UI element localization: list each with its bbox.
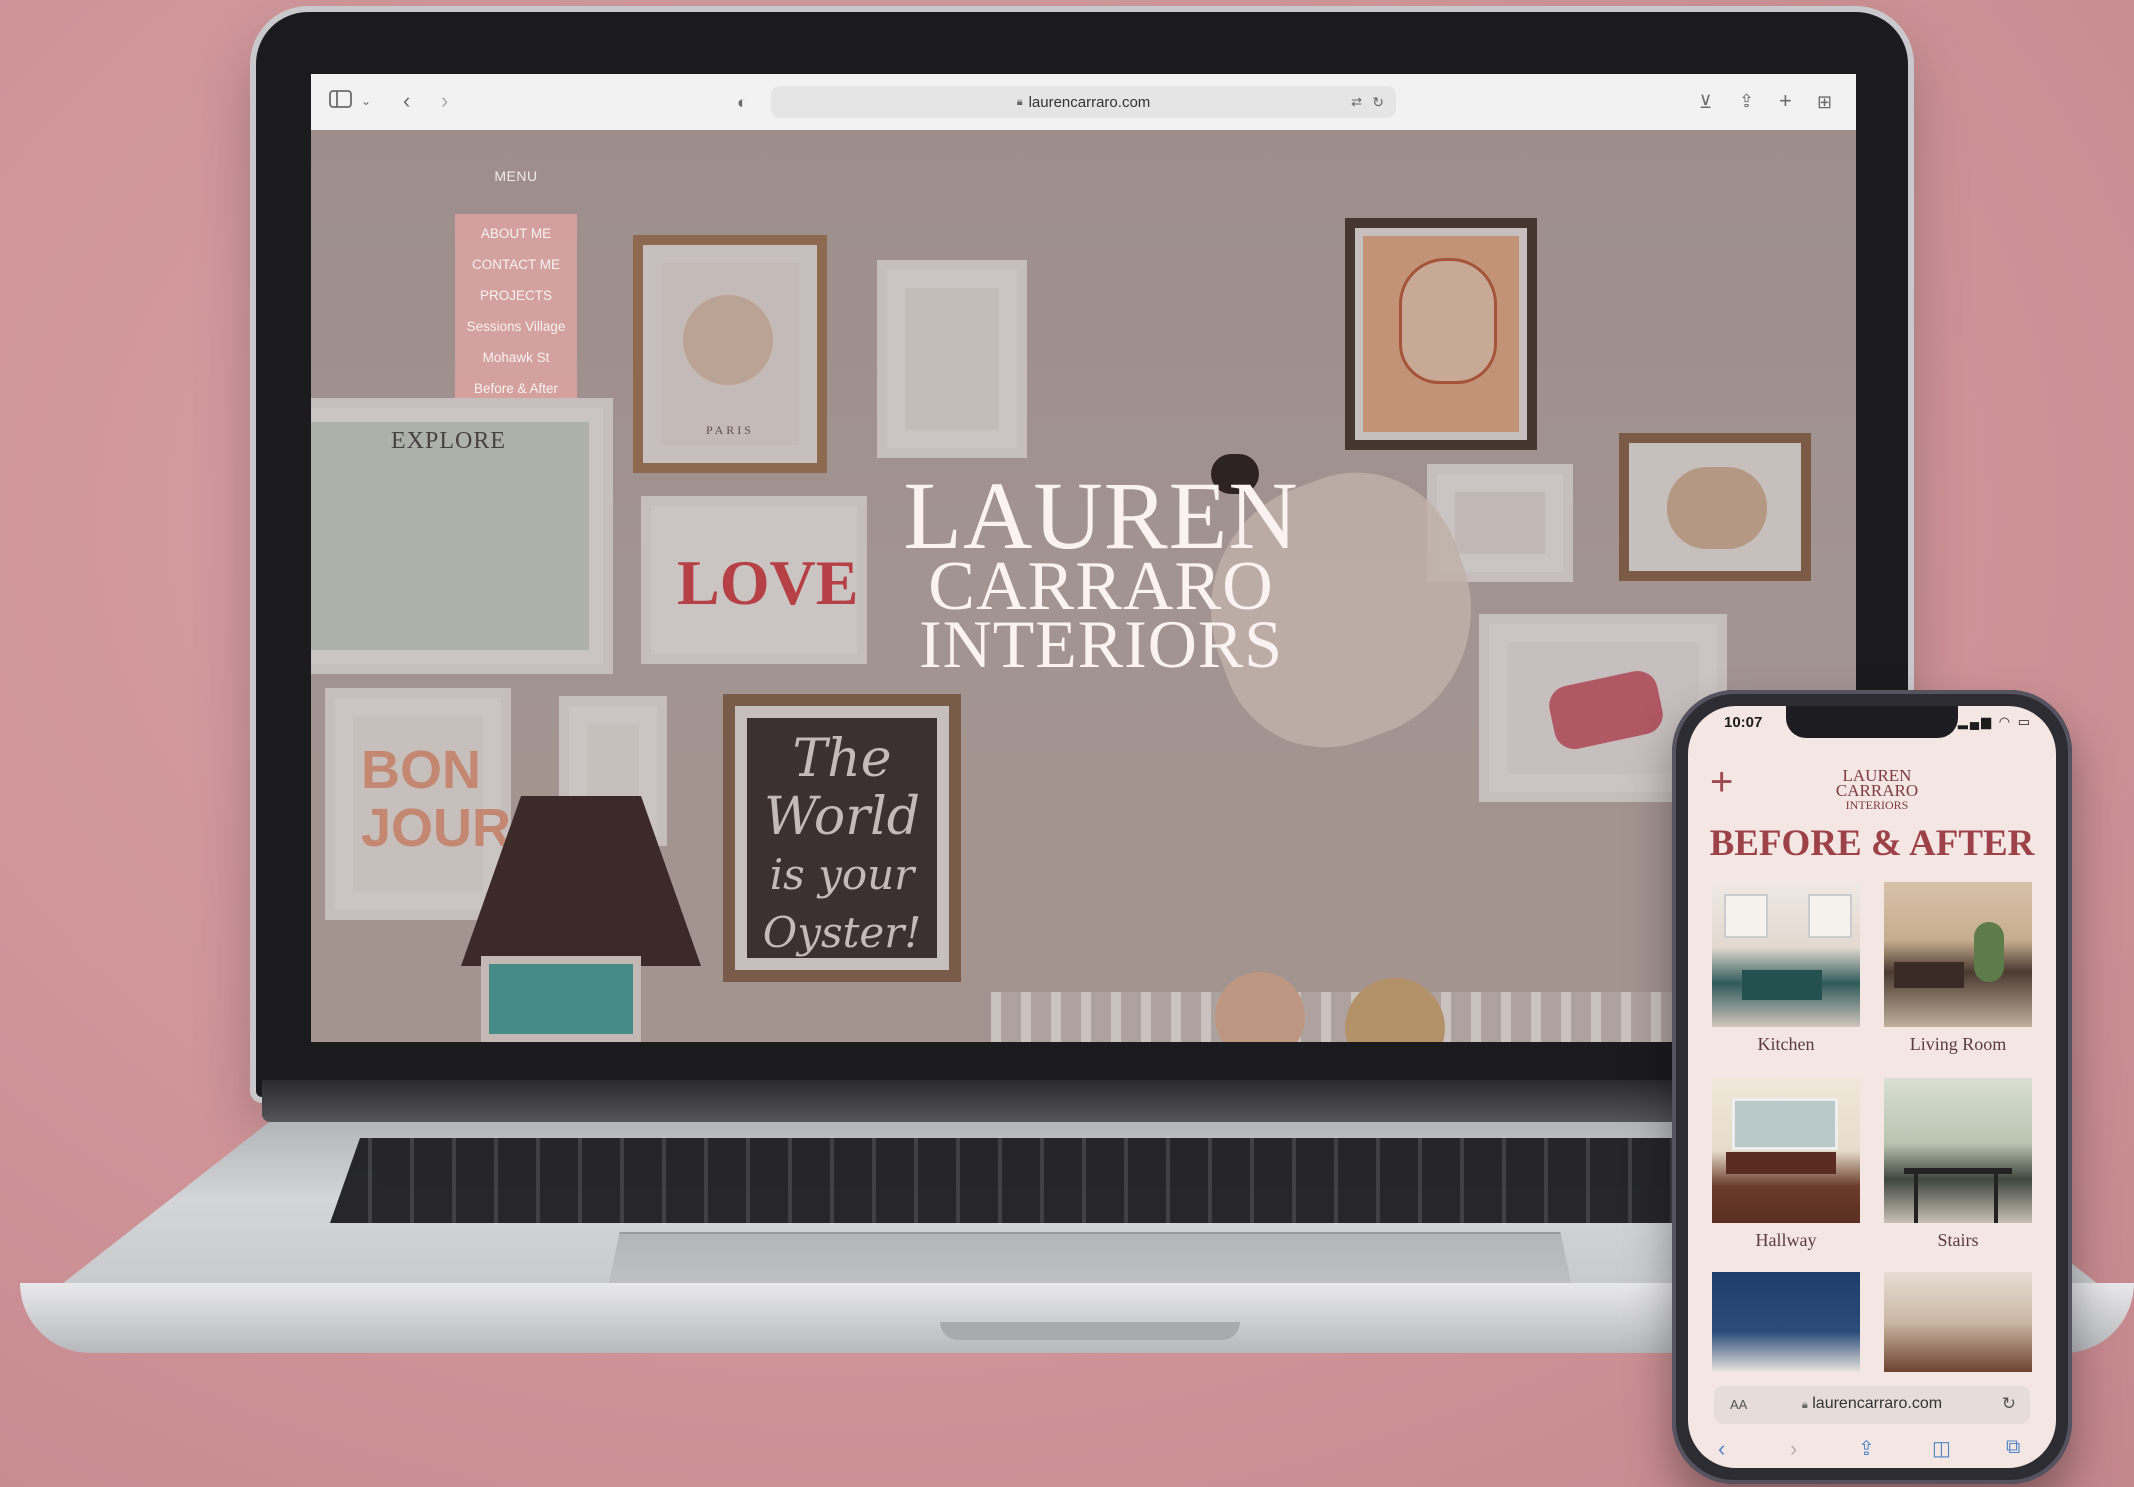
- phone-bookmarks-icon[interactable]: ◫: [1932, 1436, 1951, 1461]
- laptop-notch: [940, 1322, 1240, 1340]
- brand-logo[interactable]: LAUREN CARRARO INTERIORS: [901, 462, 1301, 683]
- phone-device: 10:07 ▂▄▆ ◠ ▭ + LAUREN CARRARO INTERIORS…: [1672, 690, 2072, 1484]
- chevron-down-icon[interactable]: ⌄: [361, 89, 371, 113]
- phone-logo-line-3: INTERIORS: [1845, 798, 1909, 812]
- status-icons: ▂▄▆ ◠ ▭: [1958, 714, 2032, 730]
- translate-icon[interactable]: ⇄: [1351, 94, 1362, 110]
- laptop-screen: ⌄ ‹ › ◐ 🔒︎ laurencarraro.com ⇄ ↻ ⊻ ⇪ + ⊞…: [311, 74, 1856, 1042]
- menu-toggle[interactable]: MENU: [471, 168, 561, 184]
- navy-room-thumbnail[interactable]: [1712, 1272, 1860, 1372]
- phone-forward-icon[interactable]: ›: [1790, 1436, 1797, 1462]
- phone-brand-logo[interactable]: LAUREN CARRARO INTERIORS: [1782, 767, 1972, 813]
- phone-url: 🔒︎ laurencarraro.com: [1714, 1395, 2030, 1413]
- phone-safari-toolbar: ‹ › ⇪ ◫ ⧉: [1688, 1432, 2056, 1468]
- share-icon[interactable]: ⇪: [1739, 89, 1754, 113]
- address-bar[interactable]: 🔒︎ laurencarraro.com ⇄ ↻: [771, 86, 1396, 118]
- phone-logo-line-2: CARRARO: [1835, 781, 1919, 800]
- phone-address-bar[interactable]: AA 🔒︎ laurencarraro.com ↻: [1714, 1386, 2030, 1424]
- hero-section: PARIS EXPLORE LOVE BON JOUR The World is…: [311, 130, 1856, 1042]
- lock-icon: 🔒︎: [1016, 95, 1023, 108]
- phone-menu-plus-icon[interactable]: +: [1710, 762, 1733, 802]
- battery-icon: ▭: [2017, 714, 2032, 729]
- phone-share-icon[interactable]: ⇪: [1858, 1436, 1875, 1461]
- wifi-icon: ◠: [1998, 714, 2013, 729]
- kitchen-thumbnail[interactable]: [1712, 882, 1860, 1027]
- laptop-keyboard: [330, 1138, 1830, 1223]
- browser-toolbar: ⌄ ‹ › ◐ 🔒︎ laurencarraro.com ⇄ ↻ ⊻ ⇪ + ⊞: [311, 74, 1856, 131]
- phone-back-icon[interactable]: ‹: [1718, 1436, 1725, 1462]
- phone-tabs-icon[interactable]: ⧉: [2006, 1436, 2020, 1459]
- status-time: 10:07: [1724, 714, 1763, 731]
- phone-screen: 10:07 ▂▄▆ ◠ ▭ + LAUREN CARRARO INTERIORS…: [1688, 706, 2056, 1468]
- room-caption-stairs[interactable]: Stairs: [1884, 1230, 2032, 1251]
- phone-url-text: laurencarraro.com: [1812, 1395, 1943, 1412]
- phone-lock-icon: 🔒︎: [1801, 1399, 1808, 1411]
- reload-icon[interactable]: ↻: [1372, 94, 1384, 111]
- new-tab-icon[interactable]: +: [1779, 89, 1792, 113]
- shield-icon[interactable]: ◐: [737, 91, 747, 115]
- brand-line-1: LAUREN: [903, 462, 1299, 569]
- room-caption-kitchen[interactable]: Kitchen: [1712, 1034, 1860, 1055]
- nav-menu: ABOUT ME CONTACT ME PROJECTS Sessions Vi…: [455, 214, 577, 398]
- signal-icon: ▂▄▆: [1957, 714, 1994, 729]
- stairs-thumbnail[interactable]: [1884, 1078, 2032, 1223]
- room-caption-living-room[interactable]: Living Room: [1884, 1034, 2032, 1055]
- nav-item-sessions-village[interactable]: Sessions Village: [455, 311, 577, 342]
- living-room-thumbnail[interactable]: [1884, 882, 2032, 1027]
- nav-item-about-me[interactable]: ABOUT ME: [455, 218, 577, 249]
- sidebar-icon[interactable]: [329, 89, 353, 114]
- address-bar-url: laurencarraro.com: [1028, 93, 1151, 111]
- tab-overview-icon[interactable]: ⊞: [1817, 90, 1832, 114]
- brand-line-3: INTERIORS: [918, 606, 1284, 683]
- back-icon[interactable]: ‹: [403, 89, 410, 113]
- fireplace-room-thumbnail[interactable]: [1884, 1272, 2032, 1372]
- hallway-thumbnail[interactable]: [1712, 1078, 1860, 1223]
- nav-item-mohawk-st[interactable]: Mohawk St: [455, 342, 577, 373]
- phone-reload-icon[interactable]: ↻: [2002, 1394, 2016, 1414]
- download-icon[interactable]: ⊻: [1699, 90, 1712, 114]
- nav-item-projects[interactable]: PROJECTS: [455, 280, 577, 311]
- nav-item-before-after[interactable]: Before & After: [455, 373, 577, 404]
- phone-notch: [1786, 706, 1958, 738]
- room-caption-hallway[interactable]: Hallway: [1712, 1230, 1860, 1251]
- phone-page-title: BEFORE & AFTER: [1709, 823, 2035, 864]
- nav-item-contact-me[interactable]: CONTACT ME: [455, 249, 577, 280]
- laptop-chin: [262, 1080, 1902, 1122]
- forward-icon[interactable]: ›: [441, 89, 448, 113]
